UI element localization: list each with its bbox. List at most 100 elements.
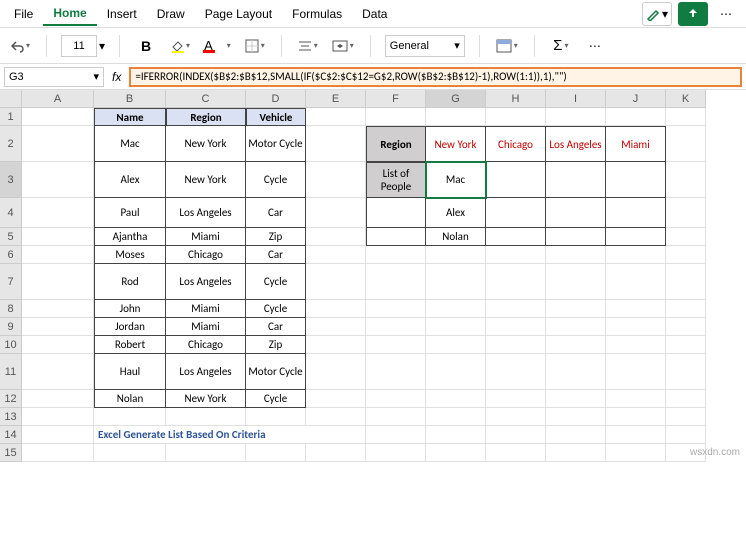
row-header-13[interactable]: 13	[0, 408, 22, 426]
cell-J7[interactable]	[606, 264, 666, 300]
cell-J13[interactable]	[606, 408, 666, 426]
cell-J1[interactable]	[606, 108, 666, 126]
cell-E2[interactable]	[306, 126, 366, 162]
cell-B3[interactable]: Alex	[94, 162, 166, 198]
cell-I15[interactable]	[546, 444, 606, 462]
row-header-1[interactable]: 1	[0, 108, 22, 126]
cell-I11[interactable]	[546, 354, 606, 390]
cell-E10[interactable]	[306, 336, 366, 354]
cell-D2[interactable]: Motor Cycle	[246, 126, 306, 162]
cell-F11[interactable]	[366, 354, 426, 390]
cell-H4[interactable]	[486, 198, 546, 228]
cell-K4[interactable]	[666, 198, 706, 228]
cell-F15[interactable]	[366, 444, 426, 462]
cell-H12[interactable]	[486, 390, 546, 408]
cell-K13[interactable]	[666, 408, 706, 426]
cell-D9[interactable]: Car	[246, 318, 306, 336]
cell-J2[interactable]: Miami	[606, 126, 666, 162]
cell-G5[interactable]: Nolan	[426, 228, 486, 246]
cell-K7[interactable]	[666, 264, 706, 300]
cell-D5[interactable]: Zip	[246, 228, 306, 246]
menu-file[interactable]: File	[4, 3, 43, 25]
cell-B10[interactable]: Robert	[94, 336, 166, 354]
cell-A3[interactable]	[22, 162, 94, 198]
chevron-down-icon[interactable]: ▾	[99, 39, 105, 53]
cell-E12[interactable]	[306, 390, 366, 408]
cell-H2[interactable]: Chicago	[486, 126, 546, 162]
cell-B15[interactable]	[94, 444, 166, 462]
cell-E4[interactable]	[306, 198, 366, 228]
cell-C12[interactable]: New York	[166, 390, 246, 408]
cells-area[interactable]: NameRegionVehicleMacNew YorkMotor CycleR…	[22, 108, 706, 462]
cell-K8[interactable]	[666, 300, 706, 318]
fx-label[interactable]: fx	[108, 70, 125, 84]
cell-C2[interactable]: New York	[166, 126, 246, 162]
cell-C7[interactable]: Los Angeles	[166, 264, 246, 300]
cell-D6[interactable]: Car	[246, 246, 306, 264]
cell-B12[interactable]: Nolan	[94, 390, 166, 408]
cell-D7[interactable]: Cycle	[246, 264, 306, 300]
row-header-10[interactable]: 10	[0, 336, 22, 354]
cell-J15[interactable]	[606, 444, 666, 462]
col-header-F[interactable]: F	[366, 90, 426, 108]
cell-G2[interactable]: New York	[426, 126, 486, 162]
row-header-7[interactable]: 7	[0, 264, 22, 300]
col-header-C[interactable]: C	[166, 90, 246, 108]
cell-K10[interactable]	[666, 336, 706, 354]
cell-F10[interactable]	[366, 336, 426, 354]
cell-H11[interactable]	[486, 354, 546, 390]
cell-C9[interactable]: Miami	[166, 318, 246, 336]
cell-I10[interactable]	[546, 336, 606, 354]
cell-J4[interactable]	[606, 198, 666, 228]
cell-J12[interactable]	[606, 390, 666, 408]
autosum-button[interactable]: Σ▾	[549, 34, 573, 58]
row-header-2[interactable]: 2	[0, 126, 22, 162]
cell-K12[interactable]	[666, 390, 706, 408]
toolbar-more[interactable]: ⋯	[583, 34, 607, 58]
col-header-G[interactable]: G	[426, 90, 486, 108]
cell-C3[interactable]: New York	[166, 162, 246, 198]
cell-I4[interactable]	[546, 198, 606, 228]
cell-D10[interactable]: Zip	[246, 336, 306, 354]
cell-B5[interactable]: Ajantha	[94, 228, 166, 246]
cell-J14[interactable]	[606, 426, 666, 444]
cell-G11[interactable]	[426, 354, 486, 390]
cell-G3[interactable]: Mac	[426, 162, 486, 198]
row-header-8[interactable]: 8	[0, 300, 22, 318]
cell-H13[interactable]	[486, 408, 546, 426]
cell-F8[interactable]	[366, 300, 426, 318]
cell-H8[interactable]	[486, 300, 546, 318]
cell-I9[interactable]	[546, 318, 606, 336]
cell-K9[interactable]	[666, 318, 706, 336]
cell-H14[interactable]	[486, 426, 546, 444]
cell-I8[interactable]	[546, 300, 606, 318]
cell-C5[interactable]: Miami	[166, 228, 246, 246]
cell-A14[interactable]	[22, 426, 94, 444]
cell-A6[interactable]	[22, 246, 94, 264]
cell-C1[interactable]: Region	[166, 108, 246, 126]
cell-E15[interactable]	[306, 444, 366, 462]
cell-A9[interactable]	[22, 318, 94, 336]
cell-K1[interactable]	[666, 108, 706, 126]
cell-I6[interactable]	[546, 246, 606, 264]
cell-E6[interactable]	[306, 246, 366, 264]
cell-I14[interactable]	[546, 426, 606, 444]
cell-G4[interactable]: Alex	[426, 198, 486, 228]
cell-F6[interactable]	[366, 246, 426, 264]
cell-E5[interactable]	[306, 228, 366, 246]
row-header-11[interactable]: 11	[0, 354, 22, 390]
cell-J8[interactable]	[606, 300, 666, 318]
cell-F3[interactable]: List of People	[366, 162, 426, 198]
menu-page-layout[interactable]: Page Layout	[195, 3, 282, 25]
cell-K11[interactable]	[666, 354, 706, 390]
cell-B9[interactable]: Jordan	[94, 318, 166, 336]
cell-E11[interactable]	[306, 354, 366, 390]
cell-C15[interactable]	[166, 444, 246, 462]
cell-E9[interactable]	[306, 318, 366, 336]
merge-button[interactable]: ▾	[330, 34, 356, 58]
pen-mode-button[interactable]: ▾	[642, 2, 672, 26]
cell-F2[interactable]: Region	[366, 126, 426, 162]
cell-F13[interactable]	[366, 408, 426, 426]
undo-button[interactable]: ▾	[8, 34, 32, 58]
row-header-4[interactable]: 4	[0, 198, 22, 228]
